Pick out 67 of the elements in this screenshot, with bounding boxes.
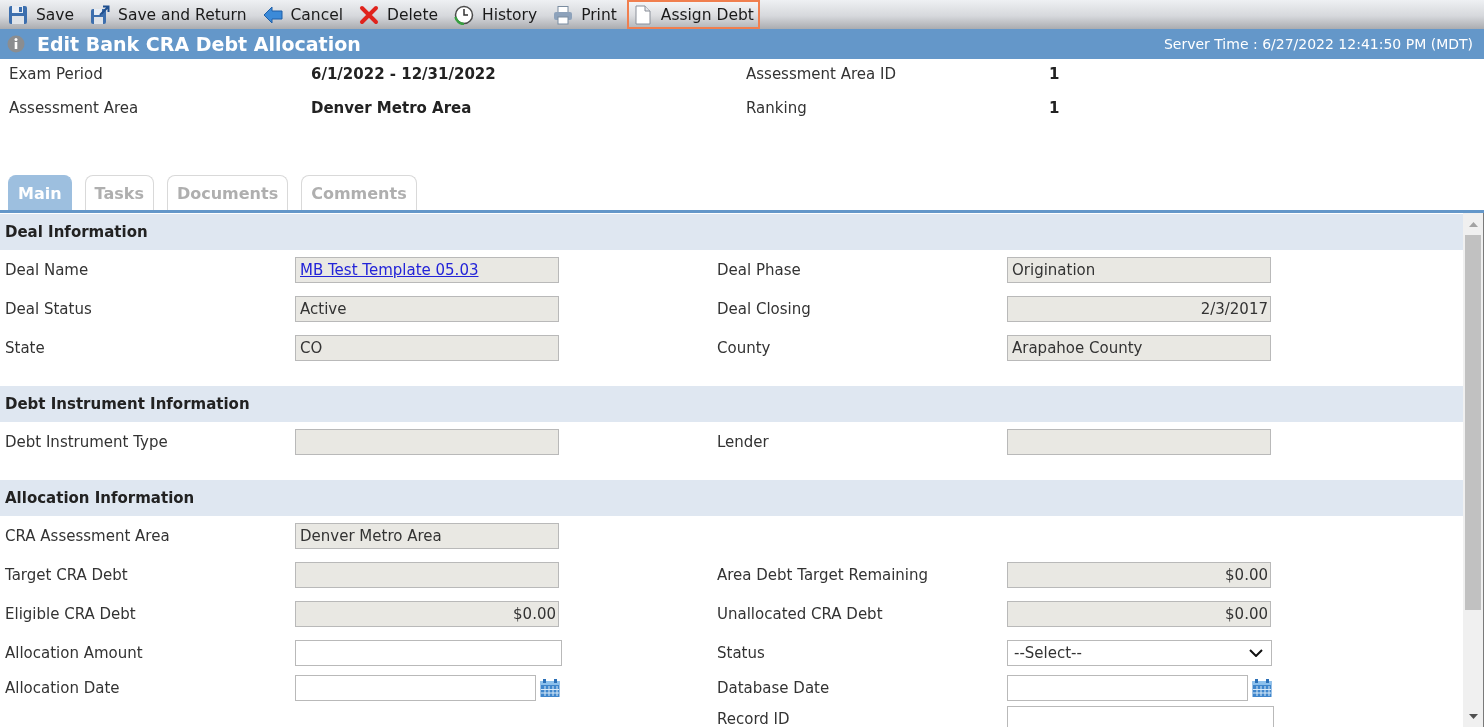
down-arrow-icon[interactable] — [1468, 713, 1478, 719]
info-label: Ranking — [746, 99, 807, 117]
date-input[interactable] — [295, 674, 536, 701]
field-label: Allocation Date — [5, 679, 120, 696]
readonly-field: Origination — [1007, 256, 1271, 283]
info-label: Exam Period — [9, 65, 103, 83]
field-label: Unallocated CRA Debt — [717, 605, 883, 622]
printer-icon — [553, 4, 574, 25]
field-label: Deal Name — [5, 261, 89, 278]
field-label: Deal Phase — [717, 261, 801, 278]
assign-debt-button[interactable]: Assign Debt — [626, 0, 760, 29]
field-label: Debt Instrument Type — [5, 433, 168, 450]
info-value: 1 — [1049, 99, 1060, 117]
readonly-field: $0.00 — [295, 600, 559, 627]
field-label: Record ID — [717, 710, 790, 727]
info-label: Assessment Area ID — [746, 65, 896, 83]
readonly-field: CO — [295, 334, 559, 361]
readonly-field: Active — [295, 295, 559, 322]
page-title: Edit Bank CRA Debt Allocation — [37, 33, 361, 55]
readonly-field: $0.00 — [1007, 561, 1271, 588]
save-return-button[interactable]: Save and Return — [84, 0, 253, 29]
calendar-icon[interactable] — [1252, 677, 1272, 698]
back-arrow-icon — [262, 4, 283, 25]
info-icon — [7, 35, 25, 53]
field-label: Area Debt Target Remaining — [717, 566, 929, 583]
document-icon — [632, 4, 653, 25]
field-label: Target CRA Debt — [5, 566, 128, 583]
readonly-field: $0.00 — [1007, 600, 1271, 627]
field-label: Database Date — [717, 679, 830, 696]
date-input[interactable] — [1007, 674, 1248, 701]
field-label: Status — [717, 644, 765, 661]
info-value: Denver Metro Area — [311, 99, 472, 117]
deal-link[interactable]: MB Test Template 05.03 — [300, 260, 479, 279]
history-button[interactable]: History — [448, 0, 544, 29]
save-button[interactable]: Save — [2, 0, 81, 29]
readonly-field: Arapahoe County — [1007, 334, 1271, 361]
cancel-button[interactable]: Cancel — [256, 0, 350, 29]
cross-icon — [359, 4, 380, 25]
scrollbar-thumb[interactable] — [1465, 235, 1481, 610]
disk-arrow-icon — [90, 4, 111, 25]
field-label: CRA Assessment Area — [5, 527, 170, 544]
calendar-icon[interactable] — [540, 677, 560, 698]
section-header: Allocation Information — [0, 480, 1463, 516]
text-input[interactable] — [295, 639, 562, 666]
field-label: State — [5, 339, 45, 356]
field-label: Deal Closing — [717, 300, 811, 317]
print-button[interactable]: Print — [547, 0, 623, 29]
field-label: Allocation Amount — [5, 644, 143, 661]
scrollbar[interactable] — [1463, 213, 1484, 727]
info-label: Assessment Area — [9, 99, 139, 117]
field-label: County — [717, 339, 771, 356]
field-label: Eligible CRA Debt — [5, 605, 136, 622]
section-header: Deal Information — [0, 214, 1463, 250]
up-arrow-icon[interactable] — [1468, 221, 1478, 227]
field-label: Deal Status — [5, 300, 92, 317]
dropdown[interactable]: --Select-- — [1007, 639, 1272, 666]
chevron-icon — [1249, 648, 1263, 657]
readonly-field: Denver Metro Area — [295, 522, 559, 549]
section-header: Debt Instrument Information — [0, 386, 1463, 422]
info-value: 1 — [1049, 65, 1060, 83]
delete-button[interactable]: Delete — [353, 0, 444, 29]
readonly-field: 2/3/2017 — [1007, 295, 1271, 322]
text-input[interactable] — [1007, 705, 1274, 727]
info-value: 6/1/2022 - 12/31/2022 — [311, 65, 496, 83]
field-label: Lender — [717, 433, 769, 450]
server-time: Server Time : 6/27/2022 12:41:50 PM (MDT) — [1163, 36, 1473, 52]
clock-icon — [454, 4, 474, 25]
